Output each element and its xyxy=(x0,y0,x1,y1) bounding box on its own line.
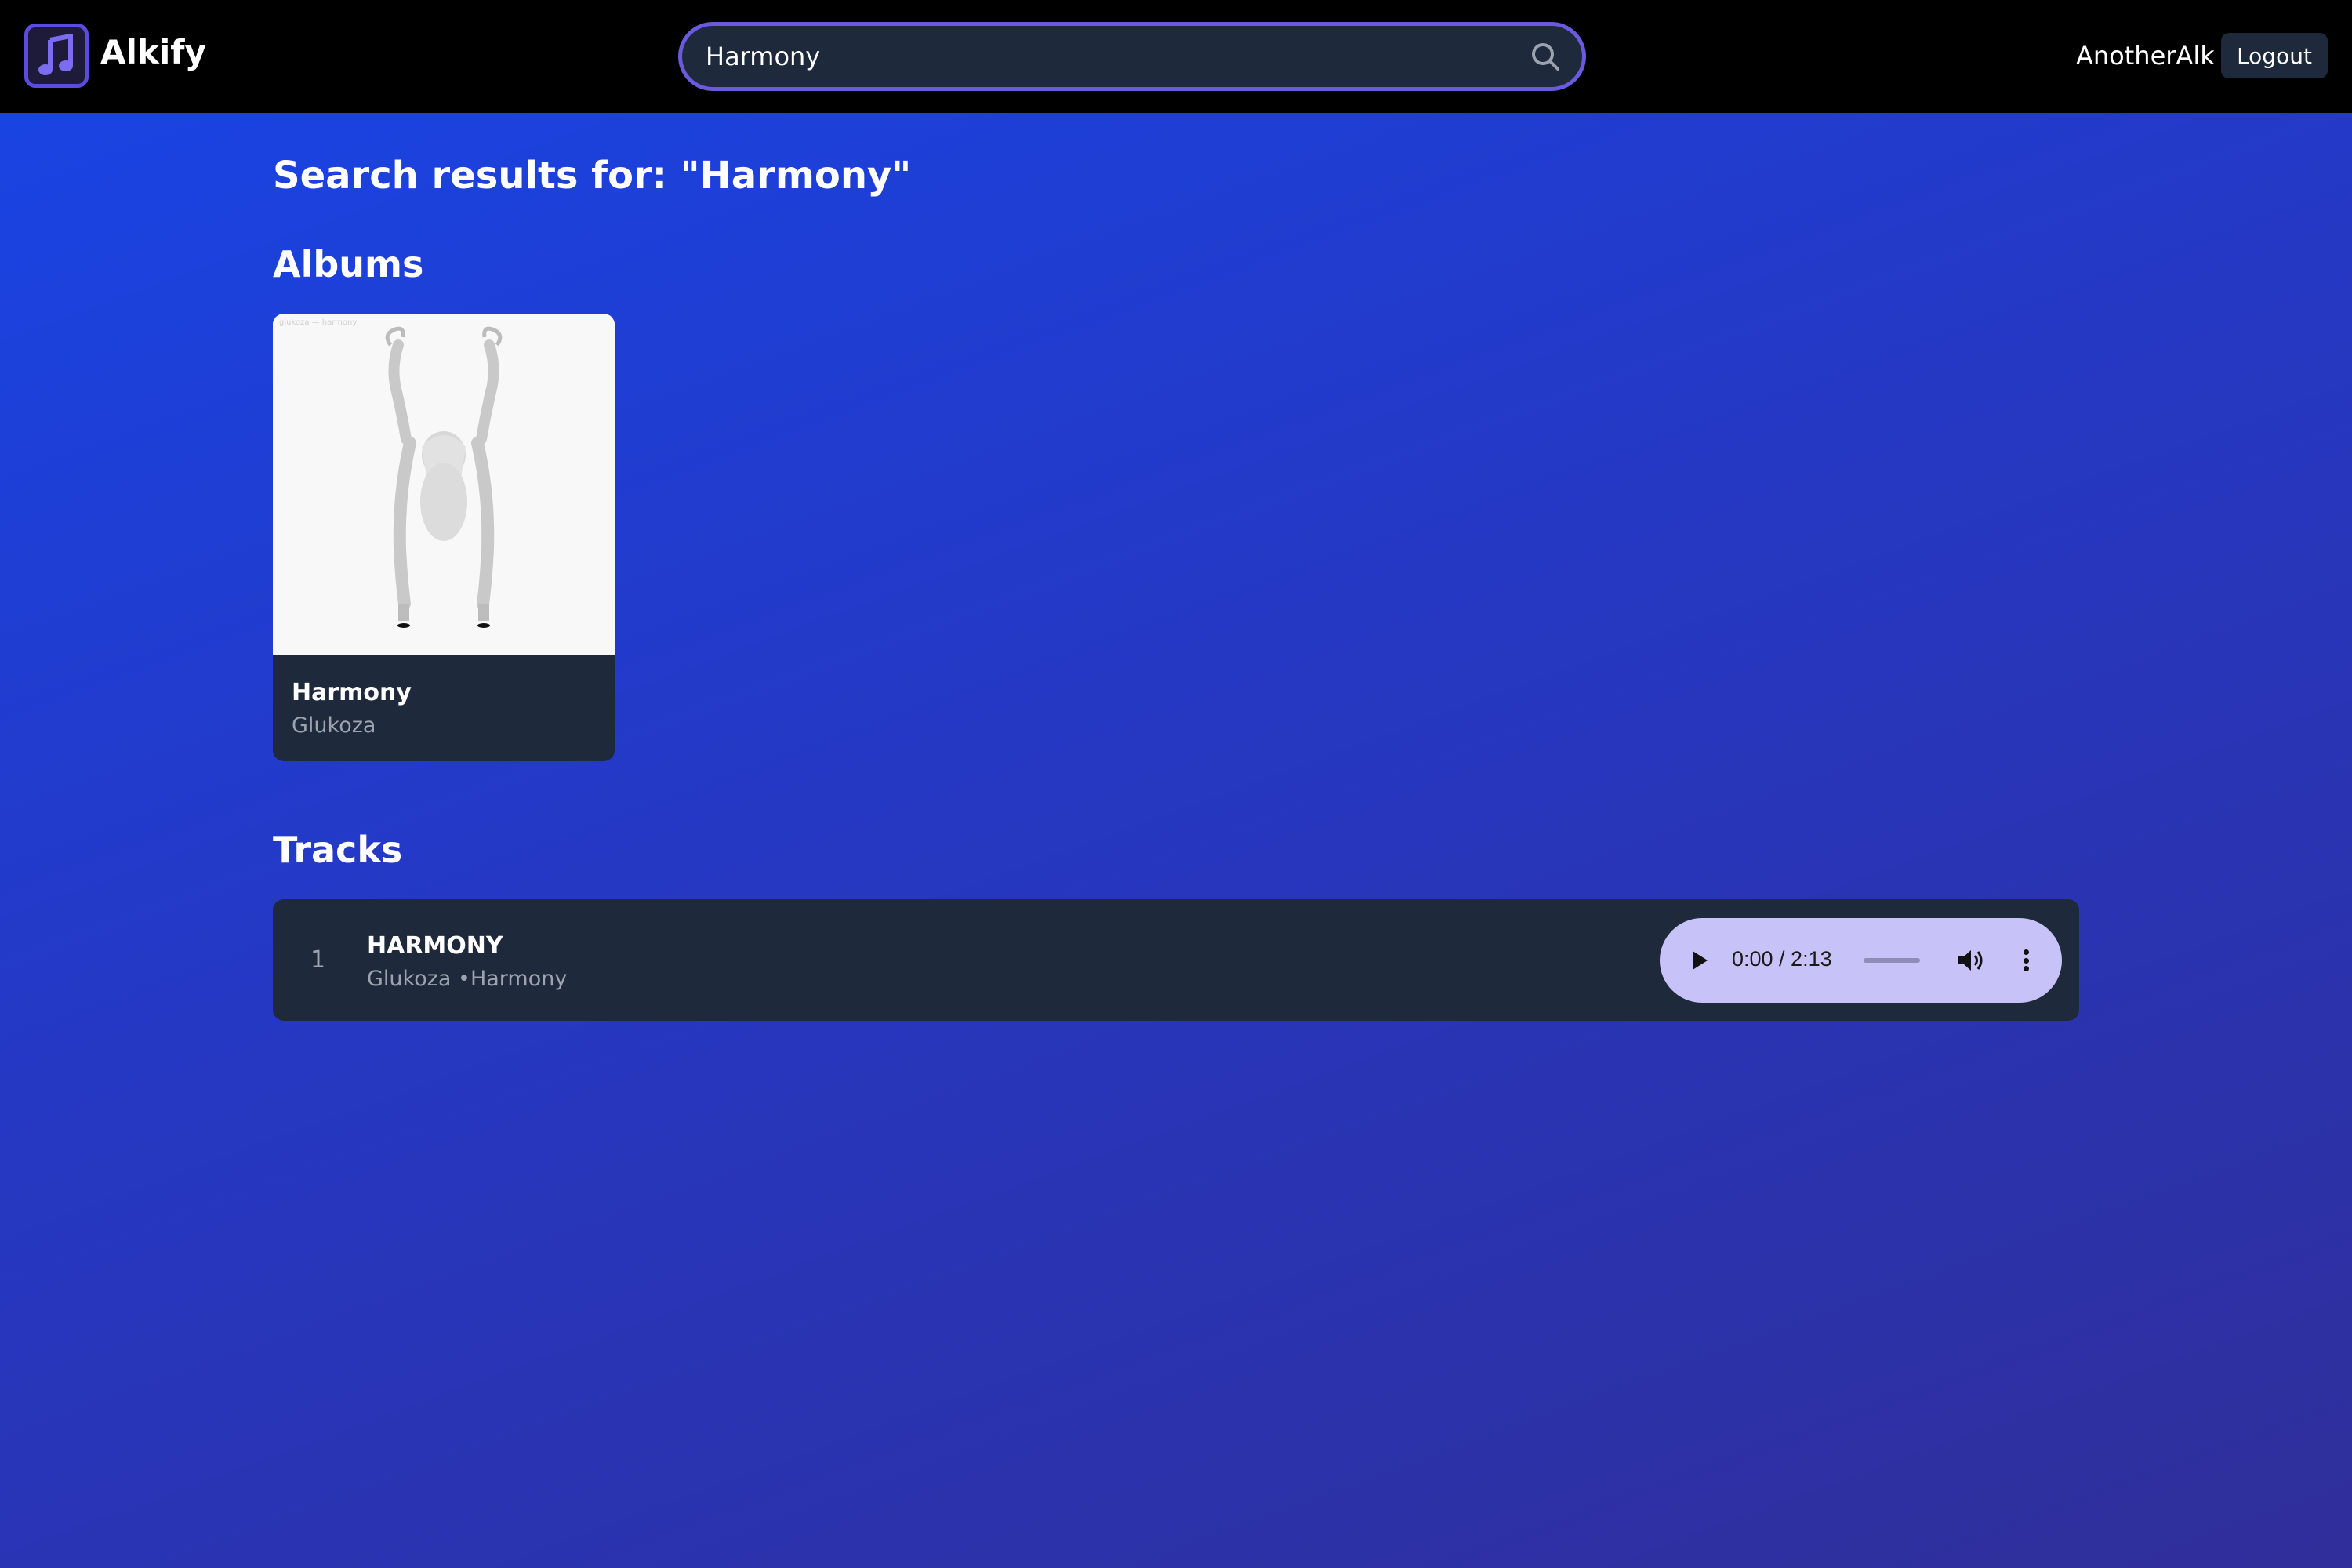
top-nav-bar: Alkify AnotherAlk Logout xyxy=(0,0,2352,113)
album-title: Harmony xyxy=(292,679,412,706)
track-title: HARMONY xyxy=(367,932,503,960)
music-note-icon[interactable] xyxy=(24,24,89,88)
svg-text:glukoza — harmony: glukoza — harmony xyxy=(279,318,357,327)
albums-heading: Albums xyxy=(273,243,424,285)
album-card[interactable]: glukoza — harmony Harmony Glukoza xyxy=(273,314,615,761)
album-cover-image: glukoza — harmony xyxy=(273,314,615,655)
search-icon[interactable] xyxy=(1526,37,1565,76)
username-label: AnotherAlk xyxy=(2076,41,2215,71)
tracks-heading: Tracks xyxy=(273,829,403,871)
audio-player: 0:00 / 2:13 xyxy=(1660,918,2062,1003)
page-title: Search results for: "Harmony" xyxy=(273,154,912,198)
track-row[interactable]: 1 HARMONY Glukoza •Harmony 0:00 / 2:13 xyxy=(273,899,2079,1021)
logout-button[interactable]: Logout xyxy=(2221,33,2328,78)
volume-icon[interactable] xyxy=(1956,946,1986,975)
track-artist-album: Glukoza •Harmony xyxy=(367,967,568,991)
track-number: 1 xyxy=(310,946,326,974)
playback-progress-slider[interactable] xyxy=(1864,958,1920,963)
album-artist: Glukoza xyxy=(292,713,376,738)
search-bar xyxy=(678,22,1586,91)
playback-time: 0:00 / 2:13 xyxy=(1732,947,1832,971)
app-name[interactable]: Alkify xyxy=(100,33,206,71)
more-vertical-icon[interactable] xyxy=(2020,946,2031,975)
play-icon[interactable] xyxy=(1688,948,1711,973)
search-input[interactable] xyxy=(706,26,1490,87)
